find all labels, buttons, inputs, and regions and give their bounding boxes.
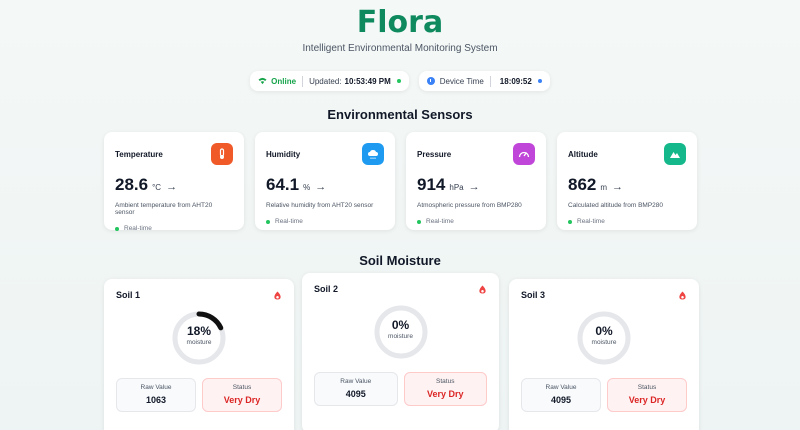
connection-status-pill: Online Updated: 10:53:49 PM bbox=[250, 71, 409, 91]
raw-value-box: Raw Value 4095 bbox=[314, 372, 398, 406]
sensor-unit: m bbox=[600, 183, 608, 192]
flame-icon bbox=[274, 290, 281, 300]
realtime-indicator: Real-time bbox=[115, 225, 233, 232]
sensors-section-title: Environmental Sensors bbox=[327, 107, 473, 122]
realtime-indicator: Real-time bbox=[266, 218, 384, 225]
sensor-unit: hPa bbox=[449, 183, 464, 192]
status-box: Status Very Dry bbox=[403, 372, 487, 406]
arrow-right-icon: → bbox=[166, 181, 178, 193]
sensor-name: Humidity bbox=[266, 149, 301, 159]
status-label: Status bbox=[436, 378, 455, 385]
status-box: Status Very Dry bbox=[607, 378, 687, 412]
sensor-value: 64.1 bbox=[266, 175, 300, 194]
device-time-label: Device Time bbox=[439, 76, 484, 86]
moisture-label: moisture bbox=[186, 339, 212, 346]
sensor-value: 28.6 bbox=[115, 175, 149, 194]
device-time-value: 18:09:52 bbox=[499, 76, 532, 86]
moisture-percent: 18% bbox=[186, 324, 212, 338]
raw-value-label: Raw Value bbox=[545, 384, 577, 391]
moisture-gauge: 18% moisture bbox=[171, 310, 227, 366]
updated-time: 10:53:49 PM bbox=[344, 76, 391, 86]
online-status-text: Online bbox=[271, 76, 297, 86]
raw-value: 4095 bbox=[345, 389, 366, 399]
flame-icon bbox=[679, 290, 686, 300]
status-label: Status bbox=[232, 384, 252, 391]
sensor-card-temperature[interactable]: Temperature 28.6 °C → Ambient temperatur… bbox=[104, 132, 244, 232]
soil-card-1[interactable]: Soil 1 18% moisture Raw Value 1063 Statu… bbox=[104, 279, 294, 430]
soil-name: Soil 2 bbox=[314, 284, 339, 294]
arrow-right-icon: → bbox=[468, 181, 480, 193]
wifi-icon bbox=[258, 77, 267, 85]
mountain-icon bbox=[664, 143, 686, 165]
soil-section-title: Soil Moisture bbox=[359, 253, 441, 268]
divider bbox=[489, 75, 491, 87]
raw-value-label: Raw Value bbox=[340, 378, 372, 385]
status-value: Very Dry bbox=[628, 395, 666, 405]
soil-cards: Soil 1 18% moisture Raw Value 1063 Statu… bbox=[0, 268, 800, 430]
realtime-label: Real-time bbox=[577, 218, 605, 225]
sensor-cards: Temperature 28.6 °C → Ambient temperatur… bbox=[0, 132, 800, 232]
sensor-name: Altitude bbox=[568, 149, 598, 159]
raw-value: 1063 bbox=[145, 395, 167, 405]
sensor-unit: % bbox=[303, 183, 311, 192]
sensor-card-altitude[interactable]: Altitude 862 m → Calculated altitude fro… bbox=[557, 132, 697, 230]
online-indicator-dot bbox=[396, 79, 401, 83]
thermometer-icon bbox=[211, 143, 233, 165]
updated-label: Updated: bbox=[309, 76, 342, 86]
sensor-card-pressure[interactable]: Pressure 914 hPa → Atmospheric pressure … bbox=[406, 132, 546, 230]
sensor-description: Atmospheric pressure from BMP280 bbox=[417, 202, 522, 209]
sensor-name: Pressure bbox=[417, 149, 452, 159]
raw-value-box: Raw Value 1063 bbox=[116, 378, 196, 412]
moisture-label: moisture bbox=[591, 339, 617, 346]
clock-icon bbox=[426, 77, 435, 85]
sensor-description: Relative humidity from AHT20 sensor bbox=[266, 202, 374, 209]
status-dot bbox=[115, 226, 119, 231]
arrow-right-icon: → bbox=[315, 181, 327, 193]
realtime-label: Real-time bbox=[275, 218, 303, 225]
moisture-label: moisture bbox=[388, 333, 413, 340]
sensor-card-humidity[interactable]: Humidity 64.1 % → Relative humidity from… bbox=[255, 132, 395, 230]
raw-value-box: Raw Value 4095 bbox=[521, 378, 601, 412]
raw-value: 4095 bbox=[550, 395, 572, 405]
status-dot bbox=[266, 219, 270, 224]
page-header: Flora Intelligent Environmental Monitori… bbox=[0, 0, 800, 54]
device-time-pill: Device Time 18:09:52 bbox=[418, 71, 550, 91]
flame-icon bbox=[479, 284, 486, 294]
divider bbox=[302, 75, 304, 87]
cloud-icon bbox=[362, 143, 384, 165]
sensor-description: Ambient temperature from AHT20 sensor bbox=[115, 202, 213, 216]
realtime-indicator: Real-time bbox=[568, 218, 686, 225]
sensor-description: Calculated altitude from BMP280 bbox=[568, 202, 664, 209]
app-subtitle: Intelligent Environmental Monitoring Sys… bbox=[302, 43, 498, 54]
realtime-indicator: Real-time bbox=[417, 218, 535, 225]
gauge-icon bbox=[513, 143, 535, 165]
realtime-label: Real-time bbox=[124, 225, 152, 232]
status-dot bbox=[417, 219, 421, 224]
raw-value-label: Raw Value bbox=[140, 384, 172, 391]
app-title: Flora bbox=[356, 5, 444, 40]
realtime-label: Real-time bbox=[426, 218, 454, 225]
status-dot bbox=[568, 219, 572, 224]
moisture-gauge: 0% moisture bbox=[576, 310, 632, 366]
sensor-value: 862 bbox=[568, 175, 597, 194]
sensor-value: 914 bbox=[417, 175, 446, 194]
status-box: Status Very Dry bbox=[202, 378, 282, 412]
moisture-gauge: 0% moisture bbox=[373, 304, 429, 360]
status-value: Very Dry bbox=[426, 389, 464, 399]
status-label: Status bbox=[637, 384, 657, 391]
moisture-percent: 0% bbox=[391, 318, 410, 332]
soil-card-2[interactable]: Soil 2 0% moisture Raw Value 4095 Status… bbox=[302, 273, 499, 430]
status-bar: Online Updated: 10:53:49 PM Device Time … bbox=[0, 71, 800, 91]
soil-name: Soil 1 bbox=[116, 290, 141, 300]
sensor-name: Temperature bbox=[115, 149, 163, 159]
soil-name: Soil 3 bbox=[521, 290, 546, 300]
moisture-percent: 0% bbox=[595, 324, 613, 338]
device-indicator-dot bbox=[537, 79, 542, 83]
soil-card-3[interactable]: Soil 3 0% moisture Raw Value 4095 Status… bbox=[509, 279, 699, 430]
status-value: Very Dry bbox=[223, 395, 261, 405]
sensor-unit: °C bbox=[152, 183, 162, 192]
arrow-right-icon: → bbox=[612, 181, 624, 193]
